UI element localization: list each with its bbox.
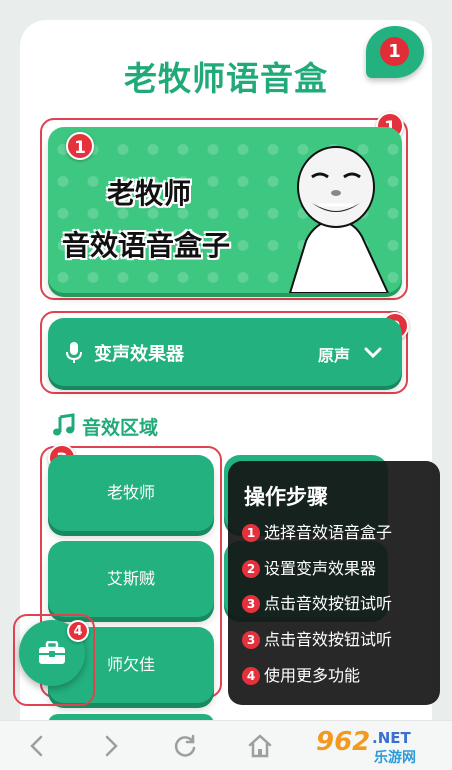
step-text: 选择音效语音盒子 [264, 523, 393, 542]
banner-inner-badge: 1 [66, 132, 94, 160]
step-item: 3 点击音效按钮试听 [242, 593, 392, 615]
forward-icon[interactable] [98, 733, 124, 759]
watermark-cn: 乐游网 [374, 750, 416, 766]
banner-title-line1: 老牧师 [107, 177, 192, 210]
watermark-tld: .NET [372, 729, 411, 747]
back-icon[interactable] [24, 733, 50, 759]
step-text: 使用更多功能 [264, 666, 361, 685]
sound-box-banner[interactable]: 1 老牧师 音效语音盒子 [48, 127, 402, 293]
sound-button-2[interactable]: 艾斯贼 [48, 541, 214, 617]
refresh-icon[interactable] [172, 733, 198, 759]
watermark-number: 962 [316, 727, 371, 757]
music-note-icon [53, 413, 75, 436]
voice-changer-select[interactable]: 变声效果器 原声 [48, 318, 402, 386]
chevron-down-icon [364, 347, 382, 359]
sound-area-title: 音效区域 [82, 417, 159, 439]
toolbox-step-badge: 4 [67, 620, 89, 642]
steps-tooltip: 操作步骤 1 选择音效语音盒子 2 设置变声效果器 3 点击音效按钮试听 3 点击音效按… [228, 461, 440, 705]
step-text: 设置变声效果器 [264, 559, 377, 578]
step-number: 3 [242, 631, 260, 649]
step-item: 1 选择音效语音盒子 [242, 522, 392, 544]
meme-face-image [288, 146, 390, 293]
notification-button[interactable]: 1 [366, 26, 424, 78]
step-number: 2 [242, 560, 260, 578]
browser-bottom-bar: 962 .NET 乐游网 [0, 720, 452, 770]
step-item: 3 点击音效按钮试听 [242, 629, 392, 651]
step-text: 点击音效按钮试听 [264, 630, 393, 649]
step-text: 点击音效按钮试听 [264, 594, 393, 613]
toolbox-icon [39, 641, 65, 664]
voice-changer-value: 原声 [318, 346, 351, 365]
voice-changer-label: 变声效果器 [94, 344, 184, 365]
watermark-logo: 962 .NET 乐游网 [316, 725, 446, 767]
home-icon[interactable] [247, 733, 273, 759]
notification-count: 1 [380, 37, 409, 66]
step-item: 2 设置变声效果器 [242, 558, 376, 580]
sound-button-1[interactable]: 老牧师 [48, 455, 214, 531]
step-number: 4 [242, 667, 260, 685]
banner-title-line2: 音效语音盒子 [62, 229, 231, 262]
step-number: 3 [242, 595, 260, 613]
steps-title: 操作步骤 [244, 485, 328, 509]
microphone-icon [66, 342, 82, 363]
step-number: 1 [242, 524, 260, 542]
step-item: 4 使用更多功能 [242, 665, 360, 687]
